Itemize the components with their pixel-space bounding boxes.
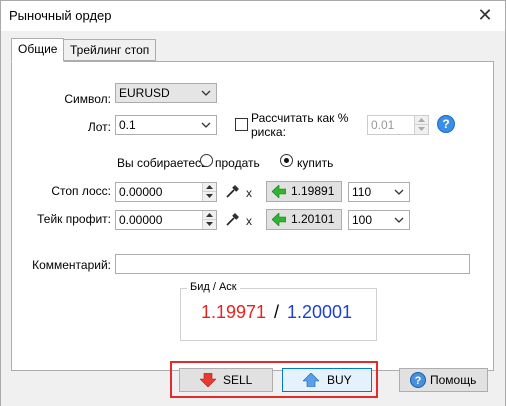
price-separator: /	[274, 302, 280, 322]
green-left-arrow-icon	[271, 184, 287, 204]
chevron-down-icon	[200, 84, 212, 102]
comment-label: Комментарий:	[32, 258, 111, 272]
question-icon: ?	[410, 372, 426, 391]
dialog-body: Общие Трейлинг стоп Символ: EURUSD Лот: …	[1, 31, 505, 406]
stop-loss-value: 0.00000	[119, 185, 163, 199]
spin-up-button[interactable]	[415, 116, 428, 125]
risk-value: 0.01	[371, 118, 395, 132]
lot-select[interactable]: 0.1	[115, 115, 217, 135]
chevron-down-icon	[393, 183, 405, 201]
green-left-arrow-icon	[271, 212, 287, 232]
spin-up-button[interactable]	[203, 211, 216, 220]
risk-checkbox-label-line2: риска:	[251, 125, 286, 139]
risk-checkbox-label-line1: Рассчитать как %	[251, 111, 349, 125]
intent-label: Вы собираетесь	[117, 156, 208, 170]
blue-up-arrow-icon	[302, 372, 320, 390]
stop-loss-label: Стоп лосс:	[51, 184, 111, 198]
comment-input[interactable]	[115, 254, 470, 274]
eyedropper-icon[interactable]	[225, 211, 241, 227]
sell-button-label: SELL	[223, 373, 253, 387]
take-profit-price-button[interactable]: 1.20101	[266, 209, 342, 230]
tab-trailing-stop[interactable]: Трейлинг стоп	[63, 39, 157, 61]
lot-value: 0.1	[119, 118, 136, 132]
spin-down-button[interactable]	[203, 192, 216, 201]
sell-radio[interactable]	[200, 154, 213, 167]
risk-percent-spinner[interactable]: 0.01	[367, 115, 429, 135]
take-profit-price: 1.20101	[291, 212, 335, 226]
market-order-dialog: Рыночный ордер ✕ Общие Трейлинг стоп Сим…	[0, 0, 506, 406]
tab-general[interactable]: Общие	[11, 38, 65, 62]
stop-loss-price: 1.19891	[291, 184, 335, 198]
symbol-value: EURUSD	[119, 86, 170, 100]
spin-down-button[interactable]	[415, 125, 428, 134]
ask-price: 1.20001	[287, 302, 353, 322]
stop-loss-spinner[interactable]: 0.00000	[115, 182, 217, 202]
spin-down-button[interactable]	[203, 220, 216, 229]
buy-button[interactable]: BUY	[282, 368, 372, 392]
buy-radio-label: купить	[297, 156, 334, 170]
buy-radio[interactable]	[280, 154, 293, 167]
chevron-down-icon	[393, 211, 405, 229]
chevron-down-icon	[200, 116, 212, 134]
take-profit-points: 100	[352, 213, 373, 227]
bid-ask-legend: Бид / Аск	[187, 281, 240, 293]
clear-x-icon[interactable]: x	[246, 187, 252, 199]
clear-x-icon[interactable]: x	[246, 215, 252, 227]
stop-loss-price-button[interactable]: 1.19891	[266, 181, 342, 202]
svg-text:?: ?	[415, 375, 422, 387]
window-title: Рыночный ордер	[9, 8, 112, 23]
help-button[interactable]: ? Помощь	[399, 368, 488, 392]
stop-loss-points-select[interactable]: 110	[348, 182, 410, 202]
take-profit-spinner[interactable]: 0.00000	[115, 210, 217, 230]
symbol-label: Символ:	[64, 92, 111, 106]
take-profit-value: 0.00000	[119, 213, 163, 227]
bid-price: 1.19971	[201, 302, 267, 322]
take-profit-points-select[interactable]: 100	[348, 210, 410, 230]
sell-button[interactable]: SELL	[179, 368, 273, 392]
lot-label: Лот:	[87, 120, 111, 134]
title-bar: Рыночный ордер ✕	[1, 1, 505, 31]
stop-loss-points: 110	[352, 185, 372, 199]
eyedropper-icon[interactable]	[225, 183, 241, 199]
sell-radio-label: продать	[215, 156, 260, 170]
help-button-label: Помощь	[430, 373, 477, 387]
risk-percent-checkbox[interactable]	[235, 118, 248, 131]
spin-up-button[interactable]	[203, 183, 216, 192]
symbol-select[interactable]: EURUSD	[115, 83, 217, 103]
help-icon[interactable]: ?	[437, 115, 455, 133]
buy-button-label: BUY	[327, 373, 352, 387]
take-profit-label: Тейк профит:	[37, 212, 111, 226]
red-down-arrow-icon	[199, 372, 217, 390]
close-button[interactable]: ✕	[473, 4, 497, 26]
